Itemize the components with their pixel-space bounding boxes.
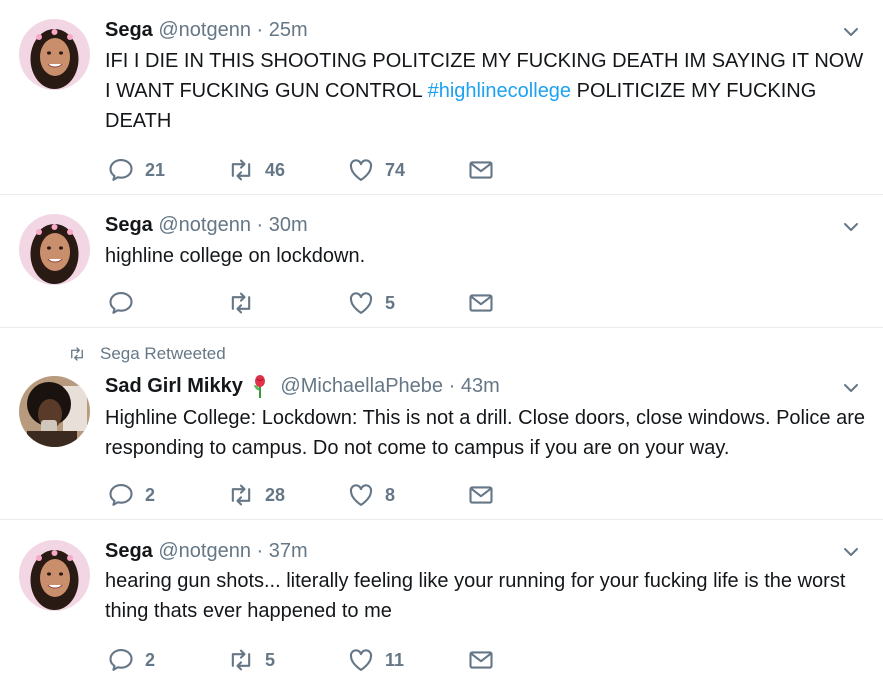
reply-button[interactable]: 2	[107, 645, 155, 675]
like-count: 74	[385, 159, 406, 180]
direct-message-button[interactable]	[467, 480, 495, 510]
tweet-card[interactable]: Sega Retweeted Sad Girl Mikky @Michaella…	[0, 328, 883, 520]
reply-button[interactable]: 2	[107, 480, 155, 510]
tweet-header: Sega @notgenn · 37m	[105, 539, 308, 563]
heart-icon	[347, 646, 375, 674]
reply-count: 2	[145, 484, 156, 505]
user-handle[interactable]: @notgenn	[158, 19, 251, 41]
reply-button[interactable]	[107, 288, 145, 318]
like-button[interactable]: 8	[347, 480, 395, 510]
retweeted-by-label[interactable]: Sega Retweeted	[100, 344, 226, 364]
chevron-down-icon[interactable]	[841, 542, 861, 562]
retweet-button[interactable]: 5	[227, 645, 275, 675]
chevron-down-icon[interactable]	[841, 22, 861, 42]
user-handle[interactable]: @MichaellaPhebe	[280, 375, 443, 397]
retweet-icon	[66, 345, 88, 363]
tweet-text: IFI I DIE IN THIS SHOOTING POLITCIZE MY …	[105, 46, 865, 136]
tweet-header: Sega @notgenn · 30m	[105, 213, 308, 237]
retweet-count: 46	[265, 159, 286, 180]
retweet-icon	[227, 646, 255, 674]
like-button[interactable]: 5	[347, 288, 395, 318]
retweet-icon	[227, 156, 255, 184]
chevron-down-icon[interactable]	[841, 217, 861, 237]
user-handle[interactable]: @notgenn	[158, 214, 251, 236]
tweet-card[interactable]: Sega @notgenn · 37m hearing gun shots...…	[0, 520, 883, 681]
separator-dot: ·	[256, 19, 264, 41]
hashtag-link[interactable]: #highlinecollege	[428, 80, 571, 102]
avatar[interactable]	[19, 376, 90, 447]
avatar[interactable]	[19, 540, 90, 611]
reply-icon	[107, 289, 135, 317]
display-name[interactable]: Sega	[105, 214, 153, 236]
direct-message-button[interactable]	[467, 155, 495, 185]
envelope-icon	[467, 481, 495, 509]
retweet-count: 28	[265, 484, 286, 505]
display-name[interactable]: Sega	[105, 540, 153, 562]
reply-icon	[107, 646, 135, 674]
tweet-text: Highline College: Lockdown: This is not …	[105, 407, 865, 459]
like-count: 11	[385, 649, 405, 670]
avatar[interactable]	[19, 214, 90, 285]
display-name[interactable]: Sega	[105, 19, 153, 41]
tweet-actions: 21 46 74	[105, 155, 605, 185]
separator-dot: ·	[256, 214, 264, 236]
retweet-icon	[227, 481, 255, 509]
retweet-context: Sega Retweeted	[66, 344, 226, 364]
separator-dot: ·	[448, 375, 456, 397]
tweet-actions: 2 5 11	[105, 645, 605, 675]
envelope-icon	[467, 646, 495, 674]
retweet-button[interactable]: 46	[227, 155, 285, 185]
tweet-actions: 2 28 8	[105, 480, 605, 510]
reply-count: 21	[145, 159, 166, 180]
retweet-count: 5	[265, 649, 276, 670]
timestamp[interactable]: 37m	[269, 540, 308, 562]
like-count: 8	[385, 484, 396, 505]
envelope-icon	[467, 289, 495, 317]
rose-emoji-icon	[253, 374, 265, 398]
tweet-card[interactable]: Sega @notgenn · 25m IFI I DIE IN THIS SH…	[0, 0, 883, 195]
avatar-image	[19, 214, 90, 285]
heart-icon	[347, 289, 375, 317]
reply-count: 2	[145, 649, 156, 670]
separator-dot: ·	[256, 540, 264, 562]
tweet-header: Sega @notgenn · 25m	[105, 18, 308, 42]
retweet-button[interactable]: 28	[227, 480, 285, 510]
reply-button[interactable]: 21	[107, 155, 165, 185]
like-count: 5	[385, 292, 396, 313]
avatar-image	[19, 540, 90, 611]
display-name[interactable]: Sad Girl Mikky	[105, 375, 243, 397]
chevron-down-icon[interactable]	[841, 378, 861, 398]
retweet-icon	[227, 289, 255, 317]
tweet-actions: 5	[105, 288, 605, 318]
timestamp[interactable]: 43m	[461, 375, 500, 397]
retweet-button[interactable]	[227, 288, 265, 318]
avatar-image	[19, 376, 90, 447]
direct-message-button[interactable]	[467, 288, 495, 318]
timestamp[interactable]: 25m	[269, 19, 308, 41]
like-button[interactable]: 11	[347, 645, 404, 675]
tweet-text: hearing gun shots... literally feeling l…	[105, 570, 846, 622]
heart-icon	[347, 156, 375, 184]
like-button[interactable]: 74	[347, 155, 405, 185]
tweet-text: highline college on lockdown.	[105, 245, 366, 267]
reply-icon	[107, 481, 135, 509]
reply-icon	[107, 156, 135, 184]
user-handle[interactable]: @notgenn	[158, 540, 251, 562]
tweet-card[interactable]: Sega @notgenn · 30m highline college on …	[0, 195, 883, 328]
timestamp[interactable]: 30m	[269, 214, 308, 236]
avatar-image	[19, 19, 90, 90]
tweet-header: Sad Girl Mikky @MichaellaPhebe · 43m	[105, 374, 500, 399]
avatar[interactable]	[19, 19, 90, 90]
heart-icon	[347, 481, 375, 509]
direct-message-button[interactable]	[467, 645, 495, 675]
envelope-icon	[467, 156, 495, 184]
